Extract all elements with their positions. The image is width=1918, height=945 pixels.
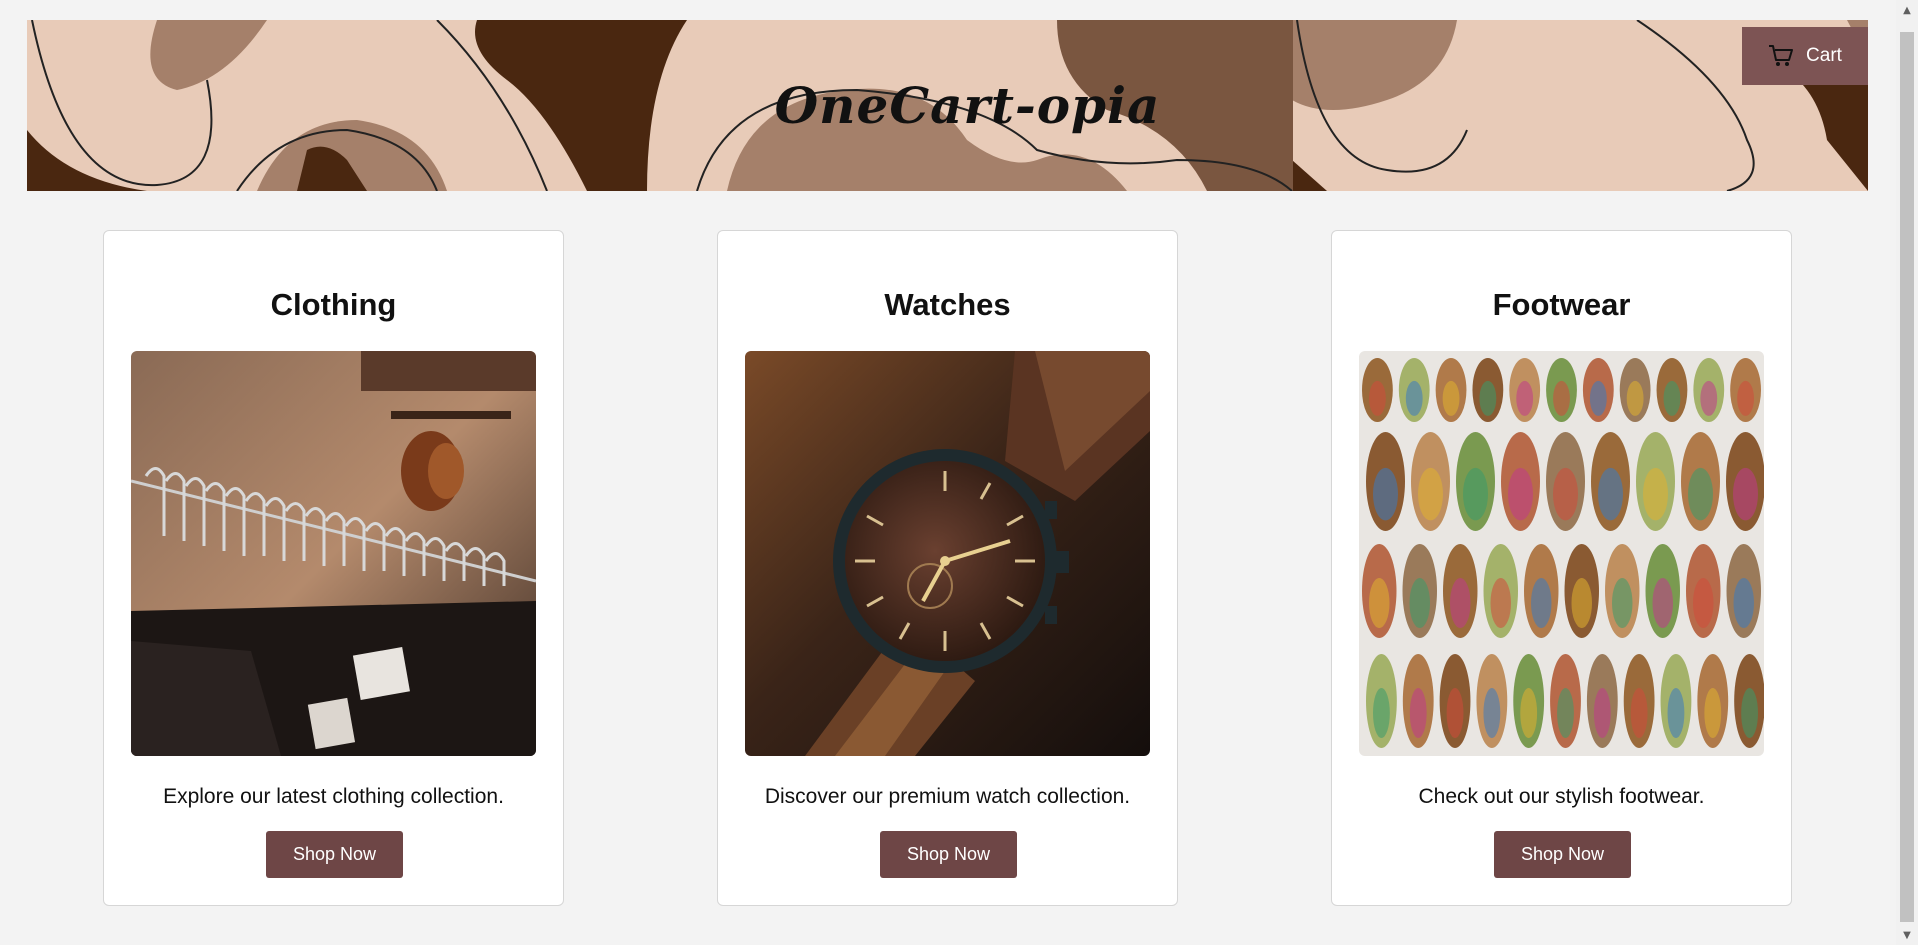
header-banner: OneCart-opia Cart	[27, 20, 1868, 191]
scroll-down-arrow-icon[interactable]: ▼	[1896, 925, 1918, 945]
shop-now-button-footwear[interactable]: Shop Now	[1494, 831, 1631, 878]
vertical-scrollbar[interactable]: ▲ ▼	[1896, 0, 1918, 945]
cart-label: Cart	[1806, 45, 1842, 66]
category-card-watches: Watches Discover our premium watch colle…	[717, 230, 1178, 906]
card-title: Footwear	[1492, 287, 1631, 322]
card-description: Explore our latest clothing collection.	[163, 785, 504, 808]
brand-title: OneCart-opia	[774, 76, 1161, 135]
category-card-footwear: Footwear Check out our stylish footwear.…	[1331, 230, 1792, 906]
cart-button[interactable]: Cart	[1742, 27, 1868, 85]
card-title: Clothing	[270, 287, 397, 322]
card-description: Discover our premium watch collection.	[764, 785, 1131, 808]
shop-now-button-watches[interactable]: Shop Now	[880, 831, 1017, 878]
shop-now-button-clothing[interactable]: Shop Now	[266, 831, 403, 878]
scroll-up-arrow-icon[interactable]: ▲	[1896, 0, 1918, 20]
footwear-image	[1359, 351, 1764, 756]
card-description: Check out our stylish footwear.	[1418, 785, 1705, 808]
cart-icon	[1769, 45, 1794, 66]
scrollbar-thumb[interactable]	[1900, 32, 1914, 922]
card-title: Watches	[884, 287, 1011, 322]
watch-image	[745, 351, 1150, 756]
clothing-image	[131, 351, 536, 756]
category-card-clothing: Clothing Explore our latest clothing col…	[103, 230, 564, 906]
